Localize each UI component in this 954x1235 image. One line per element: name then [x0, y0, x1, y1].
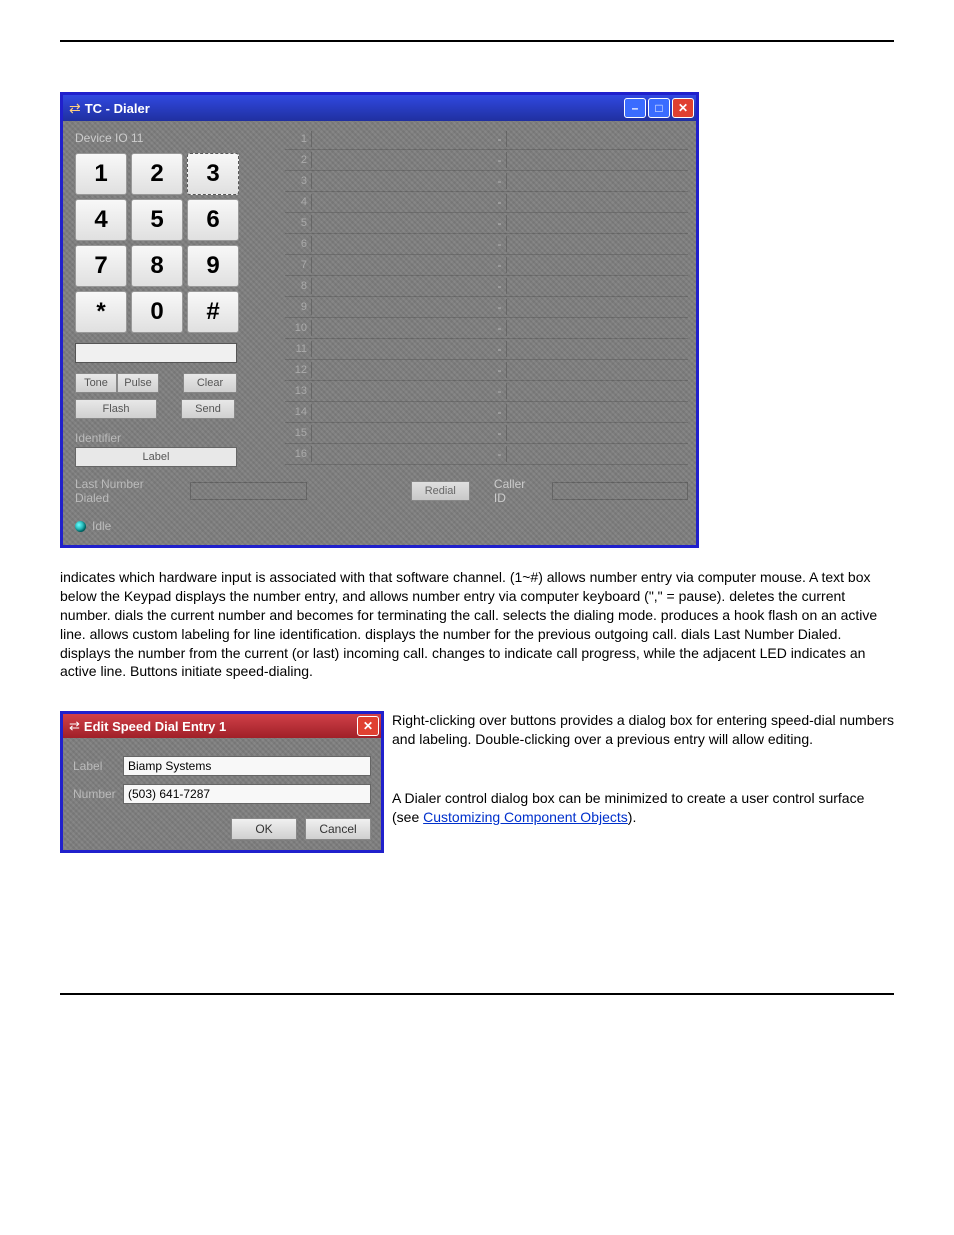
speed-row[interactable]: 13- [285, 381, 688, 402]
key-3[interactable]: 3 [187, 153, 239, 195]
caller-id-label: Caller ID [494, 477, 539, 505]
speed-row[interactable]: 11- [285, 339, 688, 360]
titlebar[interactable]: ⇄ TC - Dialer – □ ✕ [63, 95, 696, 121]
speed-row[interactable]: 7- [285, 255, 688, 276]
identifier-label: Identifier [75, 431, 281, 445]
edit-number-label: Number [73, 787, 123, 801]
swap-icon: ⇄ [69, 100, 81, 117]
key-1[interactable]: 1 [75, 153, 127, 195]
cancel-button[interactable]: Cancel [305, 818, 371, 840]
speed-row[interactable]: 3- [285, 171, 688, 192]
redial-button[interactable]: Redial [411, 481, 470, 501]
swap-icon: ⇄ [69, 718, 80, 734]
speed-dial-list: 1- 2- 3- 4- 5- 6- 7- 8- 9- 10- 11- 12- 1… [285, 129, 688, 467]
window-title: TC - Dialer [85, 101, 622, 116]
last-number-dialed-box [190, 482, 306, 500]
edit-label-label: Label [73, 759, 123, 773]
ok-button[interactable]: OK [231, 818, 297, 840]
key-2[interactable]: 2 [131, 153, 183, 195]
speed-row[interactable]: 14- [285, 402, 688, 423]
key-8[interactable]: 8 [131, 245, 183, 287]
flash-button[interactable]: Flash [75, 399, 157, 419]
last-number-dialed-label: Last Number Dialed [75, 477, 176, 505]
clear-button[interactable]: Clear [183, 373, 237, 393]
pulse-button[interactable]: Pulse [117, 373, 159, 393]
maximize-button[interactable]: □ [648, 98, 670, 118]
speed-row[interactable]: 9- [285, 297, 688, 318]
edit-speed-dial-window: ⇄ Edit Speed Dial Entry 1 ✕ Label Biamp … [60, 711, 384, 853]
speed-row[interactable]: 10- [285, 318, 688, 339]
device-io-label: Device IO 11 [75, 131, 281, 145]
key-4[interactable]: 4 [75, 199, 127, 241]
speed-row[interactable]: 16- [285, 444, 688, 465]
key-5[interactable]: 5 [131, 199, 183, 241]
send-button[interactable]: Send [181, 399, 235, 419]
status-text: Idle [92, 519, 111, 533]
edit-titlebar[interactable]: ⇄ Edit Speed Dial Entry 1 ✕ [63, 714, 381, 738]
edit-number-input[interactable]: (503) 641-7287 [123, 784, 371, 804]
label-field[interactable]: Label [75, 447, 237, 467]
caller-id-box [552, 482, 688, 500]
number-input[interactable] [75, 343, 237, 363]
customizing-link[interactable]: Customizing Component Objects [423, 809, 628, 825]
key-hash[interactable]: # [187, 291, 239, 333]
edit-label-input[interactable]: Biamp Systems [123, 756, 371, 776]
speed-row[interactable]: 6- [285, 234, 688, 255]
tone-button[interactable]: Tone [75, 373, 117, 393]
status-led-icon [75, 521, 86, 532]
speed-row[interactable]: 15- [285, 423, 688, 444]
dialer-window: ⇄ TC - Dialer – □ ✕ Device IO 11 1 2 3 4… [60, 92, 699, 548]
speed-row[interactable]: 4- [285, 192, 688, 213]
doc-paragraph-1: indicates which hardware input is associ… [60, 568, 894, 681]
keypad: 1 2 3 4 5 6 7 8 9 * 0 # [75, 153, 281, 333]
key-star[interactable]: * [75, 291, 127, 333]
speed-row[interactable]: 2- [285, 150, 688, 171]
edit-title-text: Edit Speed Dial Entry 1 [84, 719, 355, 734]
key-7[interactable]: 7 [75, 245, 127, 287]
key-9[interactable]: 9 [187, 245, 239, 287]
speed-row[interactable]: 5- [285, 213, 688, 234]
key-6[interactable]: 6 [187, 199, 239, 241]
minimize-button[interactable]: – [624, 98, 646, 118]
speed-row[interactable]: 8- [285, 276, 688, 297]
speed-row[interactable]: 1- [285, 129, 688, 150]
close-button[interactable]: ✕ [672, 98, 694, 118]
edit-close-button[interactable]: ✕ [357, 716, 379, 736]
speed-row[interactable]: 12- [285, 360, 688, 381]
key-0[interactable]: 0 [131, 291, 183, 333]
